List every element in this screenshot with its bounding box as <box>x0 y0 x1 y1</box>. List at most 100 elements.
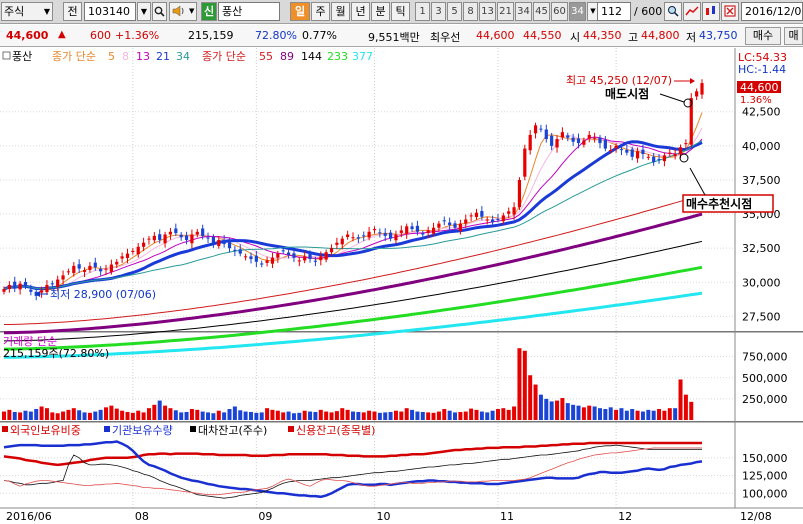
speaker-button[interactable]: ▼ <box>169 2 197 21</box>
volume-bar <box>426 412 431 420</box>
volume-bar <box>544 398 549 420</box>
volume-bar <box>410 409 415 420</box>
candle <box>598 137 602 144</box>
candle <box>23 281 28 287</box>
count-input[interactable]: 112 <box>597 2 631 21</box>
candle <box>125 253 130 258</box>
volume-bar <box>98 409 103 420</box>
minute-3-button[interactable]: 3 <box>431 2 446 21</box>
volume-bar <box>179 412 184 420</box>
volume-bar <box>576 405 581 420</box>
close-box-icon <box>724 5 736 17</box>
stock-chart[interactable]: 27,50030,00032,50035,00037,50040,00042,5… <box>0 48 803 524</box>
candle <box>555 139 559 148</box>
candle <box>576 138 581 144</box>
minute-8-button[interactable]: 8 <box>463 2 478 21</box>
candle <box>7 284 11 290</box>
chevron-down-icon: ▼ <box>590 7 596 15</box>
volume-bar <box>248 411 253 420</box>
period-daily-button[interactable]: 일 <box>290 2 310 21</box>
chart-trend-button[interactable] <box>683 2 701 21</box>
extra-button[interactable]: 매 <box>784 27 803 45</box>
stock-code-value: 103140 <box>88 5 130 18</box>
x-tick-label: 11 <box>500 510 514 523</box>
chart-toolbar: 주식 ▼ 전 103140 ▼ ▼ 신 풍산 일 주 월 년 분 틱 1 3 5… <box>0 0 803 24</box>
jeon-button[interactable]: 전 <box>63 2 82 21</box>
x-tick-label: 09 <box>258 510 272 523</box>
candle <box>281 250 285 252</box>
legend-ma144: 144 <box>301 50 322 63</box>
candle <box>238 249 242 254</box>
period-weekly-button[interactable]: 주 <box>311 2 330 21</box>
minute-21-button[interactable]: 21 <box>497 2 514 21</box>
period-daily-label: 일 <box>294 5 306 18</box>
candle <box>673 154 677 156</box>
close-chart-button[interactable] <box>721 2 739 21</box>
volume-bar <box>597 408 602 420</box>
code-dropdown-button[interactable]: ▼ <box>137 2 151 21</box>
best-bid: 44,550 <box>523 29 562 42</box>
volume-bar <box>82 412 87 420</box>
search-button[interactable] <box>152 2 167 21</box>
minute-34-button[interactable]: 34 <box>515 2 532 21</box>
volume-bar <box>587 405 592 420</box>
minute-1-button[interactable]: 1 <box>415 2 430 21</box>
volume-bar <box>581 407 586 420</box>
volume-bar <box>50 412 55 420</box>
volume-bar <box>388 411 393 420</box>
x-tick-label: 2016/06 <box>6 510 52 523</box>
volume-bar <box>555 400 560 420</box>
volume-bar <box>512 406 517 420</box>
candle <box>458 223 462 231</box>
minute-60-button[interactable]: 60 <box>551 2 568 21</box>
candle-chart-icon <box>706 6 715 15</box>
candle <box>550 135 554 146</box>
y-tick-label: 42,500 <box>742 106 781 119</box>
zoom-button[interactable] <box>664 2 682 21</box>
minute-5-button[interactable]: 5 <box>447 2 462 21</box>
volume-bar <box>130 412 135 420</box>
period-monthly-button[interactable]: 월 <box>331 2 350 21</box>
candle <box>324 252 328 260</box>
candle <box>297 260 301 262</box>
minute-45-button[interactable]: 45 <box>533 2 550 21</box>
legend-marker-foreign <box>2 426 8 432</box>
y-tick-label: 37,500 <box>742 174 781 187</box>
volume-bar <box>383 412 388 420</box>
minute-label: 21 <box>499 6 512 17</box>
candle <box>346 234 350 237</box>
candle <box>147 238 151 240</box>
y-tick-label: 40,000 <box>742 140 781 153</box>
candle <box>29 289 33 292</box>
candle <box>630 149 634 157</box>
volume-bar <box>120 410 125 420</box>
high-annotation: 최고 45,250 (12/07) <box>566 74 672 87</box>
volume-bar <box>146 408 151 420</box>
indicator-button[interactable] <box>702 2 720 21</box>
period-yearly-button[interactable]: 년 <box>351 2 370 21</box>
candle <box>678 147 683 155</box>
period-minute-button[interactable]: 분 <box>371 2 390 21</box>
period-label: 월 <box>335 5 346 18</box>
minute-13-button[interactable]: 13 <box>479 2 496 21</box>
minute-custom-button[interactable]: 34 <box>569 2 586 21</box>
count-value: 112 <box>601 5 622 18</box>
volume-bar <box>2 411 6 420</box>
y-tick-label: 150,000 <box>742 452 788 465</box>
volume-bar <box>431 412 436 420</box>
date-input[interactable]: 2016/12/08 <box>741 2 803 21</box>
candle <box>507 211 511 214</box>
candle <box>437 223 441 228</box>
volume-bar <box>297 412 302 420</box>
candle <box>104 268 108 270</box>
market-select[interactable]: 주식 ▼ <box>1 2 53 21</box>
stock-code-input[interactable]: 103140 <box>84 2 136 21</box>
volume-bar <box>662 410 667 420</box>
candle <box>646 156 650 158</box>
candle <box>464 219 468 224</box>
stock-name-field: 풍산 <box>218 2 280 21</box>
period-tick-button[interactable]: 틱 <box>391 2 410 21</box>
buy-button[interactable]: 매수 <box>745 27 781 45</box>
candle <box>641 149 645 155</box>
volume-bar <box>291 413 296 420</box>
